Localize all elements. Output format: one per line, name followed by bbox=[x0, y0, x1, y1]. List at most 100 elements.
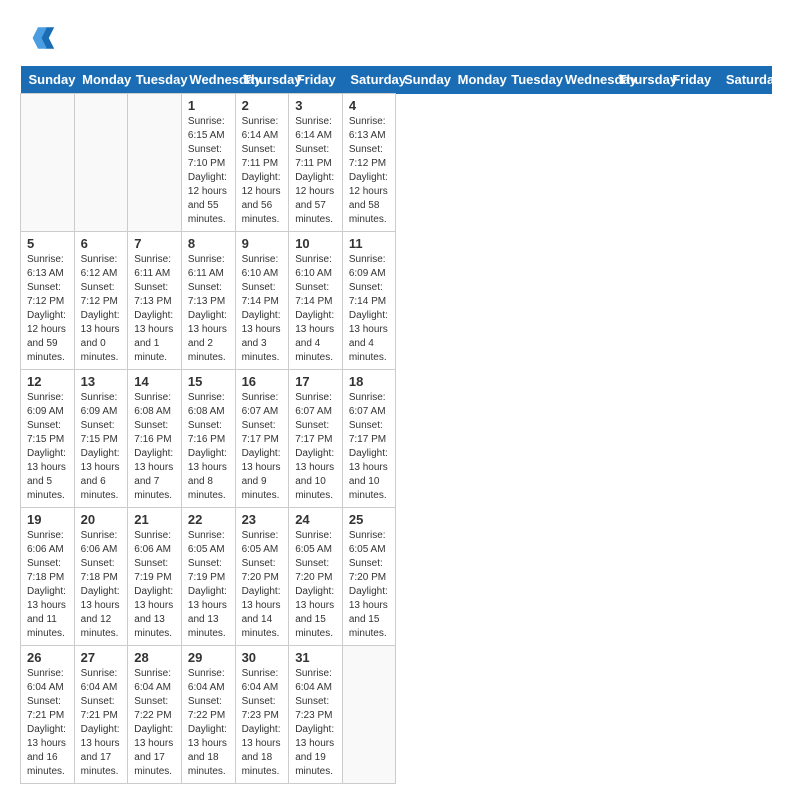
calendar-cell: 11 Sunrise: 6:09 AM Sunset: 7:14 PM Dayli… bbox=[342, 232, 396, 370]
day-number: 15 bbox=[188, 374, 229, 389]
cell-info: Sunrise: 6:04 AM Sunset: 7:23 PM Dayligh… bbox=[295, 667, 336, 779]
calendar-cell: 27Sunrise: 6:04 AM Sunset: 7:21 PM Dayli… bbox=[74, 646, 128, 784]
day-number: 30 bbox=[242, 650, 283, 665]
day-number: 29 bbox=[188, 650, 229, 665]
calendar-cell: 9 Sunrise: 6:10 AM Sunset: 7:14 PM Daylig… bbox=[235, 232, 289, 370]
col-header-tuesday: Tuesday bbox=[503, 66, 557, 94]
day-number: 8 bbox=[188, 236, 229, 251]
calendar-cell: 25 Sunrise: 6:05 AM Sunset: 7:20 PM Dayli… bbox=[342, 508, 396, 646]
calendar-cell bbox=[21, 94, 75, 232]
cell-info: Sunrise: 6:06 AM Sunset: 7:19 PM Dayligh… bbox=[134, 529, 175, 641]
calendar-cell: 13 Sunrise: 6:09 AM Sunset: 7:15 PM Dayli… bbox=[74, 370, 128, 508]
calendar-cell: 28Sunrise: 6:04 AM Sunset: 7:22 PM Dayli… bbox=[128, 646, 182, 784]
col-header-saturday: Saturday bbox=[342, 66, 396, 94]
day-number: 5 bbox=[27, 236, 68, 251]
calendar-table: SundayMondayTuesdayWednesdayThursdayFrid… bbox=[20, 66, 772, 784]
calendar-cell: 7 Sunrise: 6:11 AM Sunset: 7:13 PM Daylig… bbox=[128, 232, 182, 370]
day-number: 11 bbox=[349, 236, 390, 251]
cell-info: Sunrise: 6:04 AM Sunset: 7:22 PM Dayligh… bbox=[188, 667, 229, 779]
week-row-5: 26Sunrise: 6:04 AM Sunset: 7:21 PM Dayli… bbox=[21, 646, 772, 784]
cell-info: Sunrise: 6:04 AM Sunset: 7:23 PM Dayligh… bbox=[242, 667, 283, 779]
calendar-cell: 3 Sunrise: 6:14 AM Sunset: 7:11 PM Daylig… bbox=[289, 94, 343, 232]
day-number: 25 bbox=[349, 512, 390, 527]
cell-info: Sunrise: 6:13 AM Sunset: 7:12 PM Dayligh… bbox=[349, 115, 390, 227]
cell-info: Sunrise: 6:07 AM Sunset: 7:17 PM Dayligh… bbox=[295, 391, 336, 503]
day-number: 22 bbox=[188, 512, 229, 527]
day-number: 18 bbox=[349, 374, 390, 389]
cell-info: Sunrise: 6:14 AM Sunset: 7:11 PM Dayligh… bbox=[242, 115, 283, 227]
cell-info: Sunrise: 6:05 AM Sunset: 7:20 PM Dayligh… bbox=[295, 529, 336, 641]
week-row-2: 5 Sunrise: 6:13 AM Sunset: 7:12 PM Daylig… bbox=[21, 232, 772, 370]
col-header-saturday: Saturday bbox=[718, 66, 772, 94]
week-row-4: 19Sunrise: 6:06 AM Sunset: 7:18 PM Dayli… bbox=[21, 508, 772, 646]
calendar-cell bbox=[128, 94, 182, 232]
day-number: 3 bbox=[295, 98, 336, 113]
calendar-cell: 1 Sunrise: 6:15 AM Sunset: 7:10 PM Daylig… bbox=[181, 94, 235, 232]
day-number: 13 bbox=[81, 374, 122, 389]
col-header-thursday: Thursday bbox=[235, 66, 289, 94]
calendar-cell: 16Sunrise: 6:07 AM Sunset: 7:17 PM Dayli… bbox=[235, 370, 289, 508]
col-header-sunday: Sunday bbox=[396, 66, 450, 94]
cell-info: Sunrise: 6:15 AM Sunset: 7:10 PM Dayligh… bbox=[188, 115, 229, 227]
col-header-wednesday: Wednesday bbox=[557, 66, 611, 94]
calendar-cell: 18 Sunrise: 6:07 AM Sunset: 7:17 PM Dayli… bbox=[342, 370, 396, 508]
day-number: 31 bbox=[295, 650, 336, 665]
calendar-cell: 21 Sunrise: 6:06 AM Sunset: 7:19 PM Dayli… bbox=[128, 508, 182, 646]
day-number: 27 bbox=[81, 650, 122, 665]
cell-info: Sunrise: 6:08 AM Sunset: 7:16 PM Dayligh… bbox=[188, 391, 229, 503]
cell-info: Sunrise: 6:09 AM Sunset: 7:15 PM Dayligh… bbox=[81, 391, 122, 503]
day-number: 20 bbox=[81, 512, 122, 527]
col-header-friday: Friday bbox=[289, 66, 343, 94]
cell-info: Sunrise: 6:12 AM Sunset: 7:12 PM Dayligh… bbox=[81, 253, 122, 365]
col-header-monday: Monday bbox=[450, 66, 504, 94]
calendar-cell: 2 Sunrise: 6:14 AM Sunset: 7:11 PM Daylig… bbox=[235, 94, 289, 232]
day-number: 21 bbox=[134, 512, 175, 527]
calendar-cell: 5 Sunrise: 6:13 AM Sunset: 7:12 PM Daylig… bbox=[21, 232, 75, 370]
day-number: 19 bbox=[27, 512, 68, 527]
cell-info: Sunrise: 6:07 AM Sunset: 7:17 PM Dayligh… bbox=[242, 391, 283, 503]
calendar-cell: 24Sunrise: 6:05 AM Sunset: 7:20 PM Dayli… bbox=[289, 508, 343, 646]
day-number: 17 bbox=[295, 374, 336, 389]
day-number: 26 bbox=[27, 650, 68, 665]
day-number: 14 bbox=[134, 374, 175, 389]
calendar-cell bbox=[74, 94, 128, 232]
calendar-cell: 17 Sunrise: 6:07 AM Sunset: 7:17 PM Dayli… bbox=[289, 370, 343, 508]
col-header-monday: Monday bbox=[74, 66, 128, 94]
day-number: 7 bbox=[134, 236, 175, 251]
cell-info: Sunrise: 6:07 AM Sunset: 7:17 PM Dayligh… bbox=[349, 391, 390, 503]
col-header-tuesday: Tuesday bbox=[128, 66, 182, 94]
day-number: 12 bbox=[27, 374, 68, 389]
logo bbox=[20, 20, 62, 56]
calendar-cell: 8 Sunrise: 6:11 AM Sunset: 7:13 PM Daylig… bbox=[181, 232, 235, 370]
day-number: 9 bbox=[242, 236, 283, 251]
calendar-cell: 29 Sunrise: 6:04 AM Sunset: 7:22 PM Dayli… bbox=[181, 646, 235, 784]
calendar-cell: 31 Sunrise: 6:04 AM Sunset: 7:23 PM Dayli… bbox=[289, 646, 343, 784]
calendar-cell: 14 Sunrise: 6:08 AM Sunset: 7:16 PM Dayli… bbox=[128, 370, 182, 508]
cell-info: Sunrise: 6:08 AM Sunset: 7:16 PM Dayligh… bbox=[134, 391, 175, 503]
day-number: 2 bbox=[242, 98, 283, 113]
cell-info: Sunrise: 6:10 AM Sunset: 7:14 PM Dayligh… bbox=[242, 253, 283, 365]
week-row-3: 12 Sunrise: 6:09 AM Sunset: 7:15 PM Dayli… bbox=[21, 370, 772, 508]
week-row-1: 1 Sunrise: 6:15 AM Sunset: 7:10 PM Daylig… bbox=[21, 94, 772, 232]
cell-info: Sunrise: 6:05 AM Sunset: 7:20 PM Dayligh… bbox=[349, 529, 390, 641]
calendar-cell: 10 Sunrise: 6:10 AM Sunset: 7:14 PM Dayli… bbox=[289, 232, 343, 370]
cell-info: Sunrise: 6:11 AM Sunset: 7:13 PM Dayligh… bbox=[134, 253, 175, 365]
cell-info: Sunrise: 6:05 AM Sunset: 7:20 PM Dayligh… bbox=[242, 529, 283, 641]
cell-info: Sunrise: 6:14 AM Sunset: 7:11 PM Dayligh… bbox=[295, 115, 336, 227]
day-number: 10 bbox=[295, 236, 336, 251]
col-header-sunday: Sunday bbox=[21, 66, 75, 94]
calendar-cell: 15 Sunrise: 6:08 AM Sunset: 7:16 PM Dayli… bbox=[181, 370, 235, 508]
cell-info: Sunrise: 6:10 AM Sunset: 7:14 PM Dayligh… bbox=[295, 253, 336, 365]
calendar-cell: 30 Sunrise: 6:04 AM Sunset: 7:23 PM Dayli… bbox=[235, 646, 289, 784]
calendar-cell: 20Sunrise: 6:06 AM Sunset: 7:18 PM Dayli… bbox=[74, 508, 128, 646]
col-header-friday: Friday bbox=[664, 66, 718, 94]
cell-info: Sunrise: 6:09 AM Sunset: 7:14 PM Dayligh… bbox=[349, 253, 390, 365]
calendar-cell: 4 Sunrise: 6:13 AM Sunset: 7:12 PM Daylig… bbox=[342, 94, 396, 232]
day-number: 4 bbox=[349, 98, 390, 113]
cell-info: Sunrise: 6:11 AM Sunset: 7:13 PM Dayligh… bbox=[188, 253, 229, 365]
day-number: 1 bbox=[188, 98, 229, 113]
calendar-cell: 12Sunrise: 6:09 AM Sunset: 7:15 PM Dayli… bbox=[21, 370, 75, 508]
col-header-thursday: Thursday bbox=[611, 66, 665, 94]
day-number: 6 bbox=[81, 236, 122, 251]
cell-info: Sunrise: 6:13 AM Sunset: 7:12 PM Dayligh… bbox=[27, 253, 68, 365]
